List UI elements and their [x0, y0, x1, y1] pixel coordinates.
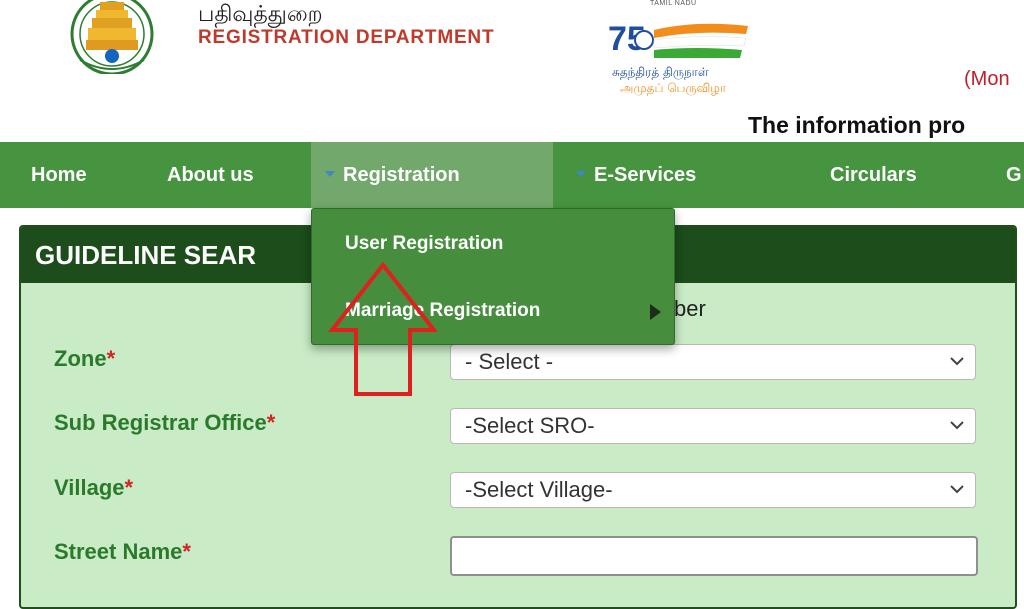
required-marker: *: [266, 410, 276, 435]
field-label-text: Street Name: [54, 539, 183, 564]
zone-label: Zone*: [54, 346, 115, 372]
main-navigation: Home About us Registration E-Services Ci…: [0, 142, 1024, 208]
street-name-input[interactable]: [450, 536, 978, 576]
nav-item-label: About us: [167, 164, 254, 186]
nav-item-registration[interactable]: Registration: [311, 142, 553, 208]
village-label: Village*: [54, 475, 133, 501]
select-value: -Select Village-: [465, 477, 613, 502]
azadi-ka-amrit-mahotsav-75-logo: 75 சுதந்திரத் திருநாள் அமுதப் பெருவிழா: [608, 20, 748, 96]
nav-item-home[interactable]: Home: [31, 142, 87, 208]
date-display: (Mon: [964, 68, 1010, 90]
nav-item-circulars[interactable]: Circulars: [830, 142, 917, 208]
menu-item-marriage-registration[interactable]: Marriage Registration: [345, 300, 540, 322]
nav-item-e-services[interactable]: E-Services: [576, 142, 696, 208]
info-marquee-text: The information pro: [748, 112, 966, 138]
nav-item-label: Registration: [343, 164, 460, 186]
chevron-down-icon: [950, 485, 964, 494]
menu-item-label: Marriage Registration: [345, 300, 541, 321]
required-marker: *: [182, 539, 191, 564]
caret-down-icon: [576, 170, 586, 177]
department-name-tamil: பதிவுத்துறை: [198, 2, 323, 27]
street-name-label: Street Name*: [54, 539, 191, 565]
nav-item-truncated[interactable]: G: [1006, 142, 1022, 208]
svg-text:அமுதப் பெருவிழா: அமுதப் பெருவிழா: [620, 81, 727, 96]
sro-select[interactable]: -Select SRO-: [450, 408, 976, 444]
field-label-text: Village: [54, 475, 125, 500]
required-marker: *: [124, 475, 134, 500]
sub-registrar-office-label: Sub Registrar Office*: [54, 410, 275, 436]
menu-item-label: User Registration: [345, 233, 504, 254]
site-header: பதிவுத்துறை REGISTRATION DEPARTMENT TAMI…: [0, 0, 1024, 142]
department-name-english: REGISTRATION DEPARTMENT: [198, 27, 495, 48]
field-label-text: Sub Registrar Office: [54, 410, 267, 435]
chevron-down-icon: [950, 357, 964, 366]
select-value: -Select SRO-: [465, 413, 595, 438]
tamil-nadu-emblem-icon: [70, 0, 154, 74]
panel-title: GUIDELINE SEAR: [35, 240, 257, 270]
tamil-nadu-label: TAMIL NADU: [650, 0, 697, 7]
nav-item-about-us[interactable]: About us: [167, 142, 254, 208]
zone-select[interactable]: - Select -: [450, 344, 976, 380]
required-marker: *: [106, 346, 116, 371]
menu-item-user-registration[interactable]: User Registration: [345, 233, 503, 255]
submenu-arrow-icon: [650, 304, 661, 320]
nav-item-label: E-Services: [594, 164, 697, 186]
field-label-text: Zone: [54, 346, 107, 371]
obscured-option-label: ber: [674, 296, 706, 321]
chevron-down-icon: [950, 421, 964, 430]
nav-item-label: G: [1006, 164, 1022, 186]
caret-down-icon: [325, 170, 335, 177]
select-value: - Select -: [465, 349, 554, 374]
nav-item-label: Circulars: [830, 164, 917, 186]
village-select[interactable]: -Select Village-: [450, 472, 976, 508]
nav-item-label: Home: [31, 164, 87, 186]
svg-text:சுதந்திரத் திருநாள்: சுதந்திரத் திருநாள்: [612, 65, 709, 80]
registration-dropdown-menu: User Registration Marriage Registration: [311, 208, 675, 345]
